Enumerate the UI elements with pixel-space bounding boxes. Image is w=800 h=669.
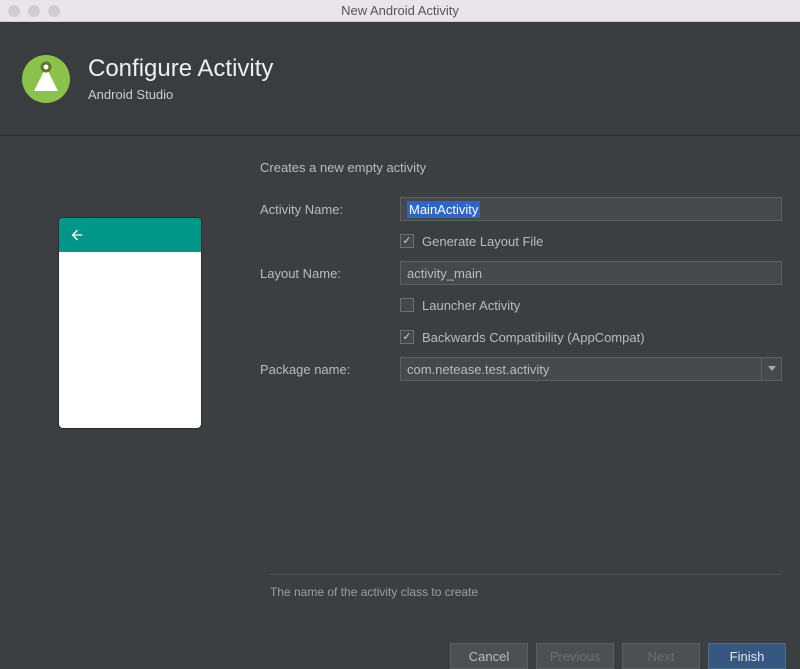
activity-name-label: Activity Name: [260,202,400,217]
generate-layout-checkbox[interactable] [400,234,414,248]
banner-title: Configure Activity [88,55,273,83]
traffic-lights [8,5,60,17]
chevron-down-icon [768,366,776,372]
wizard-banner: Configure Activity Android Studio [0,22,800,136]
help-region: The name of the activity class to create [0,574,800,635]
cancel-button[interactable]: Cancel [450,643,528,669]
layout-name-value: activity_main [407,266,482,281]
layout-name-label: Layout Name: [260,266,400,281]
minimize-window-icon[interactable] [28,5,40,17]
help-text: The name of the activity class to create [270,585,782,635]
next-button[interactable]: Next [622,643,700,669]
preview-appbar [59,218,201,252]
zoom-window-icon[interactable] [48,5,60,17]
layout-name-input[interactable]: activity_main [400,261,782,285]
package-name-dropdown-button[interactable] [761,358,781,380]
window-titlebar: New Android Activity [0,0,800,22]
backwards-compat-label: Backwards Compatibility (AppCompat) [422,330,645,345]
android-studio-logo-icon [20,53,72,105]
wizard-button-bar: Cancel Previous Next Finish [0,635,800,669]
previous-button[interactable]: Previous [536,643,614,669]
form-pane: Creates a new empty activity Activity Na… [260,136,800,574]
wizard-content: Creates a new empty activity Activity Na… [0,136,800,574]
help-separator [270,574,782,575]
package-name-label: Package name: [260,362,400,377]
activity-preview [59,218,201,428]
back-arrow-icon [69,227,85,243]
launcher-activity-checkbox[interactable] [400,298,414,312]
finish-button[interactable]: Finish [708,643,786,669]
activity-name-input[interactable]: MainActivity [400,197,782,221]
banner-subtitle: Android Studio [88,87,273,102]
window-title: New Android Activity [0,3,800,18]
launcher-activity-label: Launcher Activity [422,298,520,313]
package-name-value: com.netease.test.activity [407,362,549,377]
generate-layout-label: Generate Layout File [422,234,543,249]
package-name-combo[interactable]: com.netease.test.activity [400,357,782,381]
activity-name-value: MainActivity [407,201,480,218]
form-description: Creates a new empty activity [260,160,782,175]
close-window-icon[interactable] [8,5,20,17]
preview-pane [0,136,260,574]
backwards-compat-checkbox[interactable] [400,330,414,344]
